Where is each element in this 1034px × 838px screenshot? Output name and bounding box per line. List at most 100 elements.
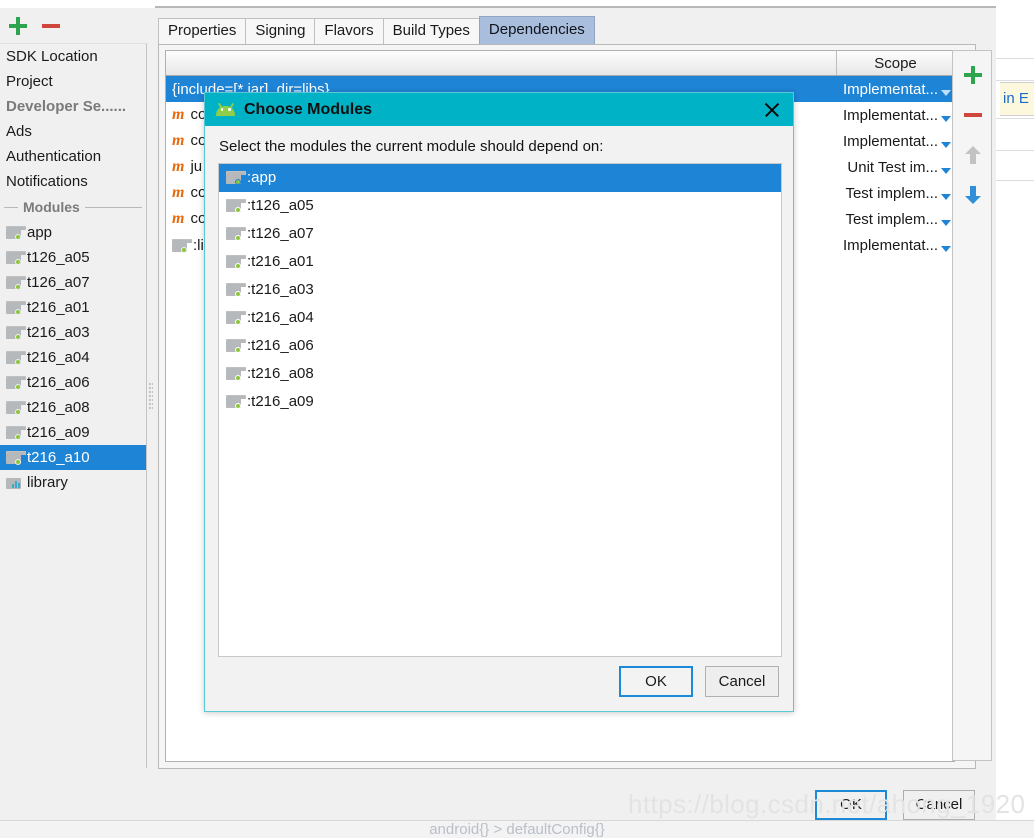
tab-flavors[interactable]: Flavors <box>314 18 384 44</box>
tab-dependencies[interactable]: Dependencies <box>478 16 595 44</box>
android-icon <box>216 102 235 116</box>
breadcrumb: android{} > defaultConfig{} <box>0 820 1034 838</box>
list-item[interactable]: :t216_a09 <box>219 388 781 416</box>
remove-dependency-button[interactable] <box>953 97 993 133</box>
chevron-down-icon[interactable] <box>941 219 951 226</box>
chevron-down-icon[interactable] <box>941 115 951 122</box>
sidebar-item-ads[interactable]: Ads <box>0 119 146 144</box>
sidebar-item-module-t216-a06[interactable]: t216_a06 <box>0 370 146 395</box>
plus-icon[interactable] <box>9 17 27 35</box>
module-icon <box>226 311 246 325</box>
chevron-down-icon[interactable] <box>941 141 951 148</box>
move-up-button[interactable] <box>953 137 993 173</box>
splitter-grip[interactable] <box>149 383 153 409</box>
list-item-label: :t126_a05 <box>247 197 314 214</box>
list-item[interactable]: :t126_a07 <box>219 220 781 248</box>
list-item[interactable]: :t216_a08 <box>219 360 781 388</box>
chevron-down-icon[interactable] <box>941 193 951 200</box>
window-cancel-button[interactable]: Cancel <box>903 790 975 820</box>
dependency-scope[interactable]: Test implem... <box>837 185 954 202</box>
module-icon <box>226 255 246 269</box>
maven-icon: m <box>172 106 185 123</box>
list-item[interactable]: :app <box>219 164 781 192</box>
close-icon[interactable] <box>761 99 783 121</box>
sidebar-item-label: SDK Location <box>6 48 98 65</box>
module-icon <box>226 339 246 353</box>
dialog-titlebar: Choose Modules <box>205 93 793 126</box>
tab-bar: Properties Signing Flavors Build Types D… <box>158 16 595 44</box>
list-item-label: :t126_a07 <box>247 225 314 242</box>
maven-icon: m <box>172 158 185 175</box>
project-structure-window: in E SDK Location Project Developer Se..… <box>0 0 1034 838</box>
sidebar-item-label: t216_a06 <box>27 374 90 391</box>
scope-label: Implementat... <box>842 106 938 124</box>
sidebar-item-module-t216-a08[interactable]: t216_a08 <box>0 395 146 420</box>
sidebar-item-module-t216-a03[interactable]: t216_a03 <box>0 320 146 345</box>
list-item[interactable]: :t216_a06 <box>219 332 781 360</box>
sidebar-item-module-t216-a01[interactable]: t216_a01 <box>0 295 146 320</box>
dependency-scope[interactable]: Unit Test im... <box>837 159 954 176</box>
list-item[interactable]: :t216_a04 <box>219 304 781 332</box>
sidebar-item-module-t216-a10[interactable]: t216_a10 <box>0 445 146 470</box>
sidebar-item-label: t126_a07 <box>27 274 90 291</box>
sidebar-item-module-app[interactable]: app <box>0 220 146 245</box>
sidebar-item-module-library[interactable]: library <box>0 470 146 495</box>
arrow-down-icon <box>965 186 981 204</box>
list-item[interactable]: :t216_a03 <box>219 276 781 304</box>
sidebar-item-label: Project <box>6 73 53 90</box>
sidebar-item-sdk-location[interactable]: SDK Location <box>0 44 146 69</box>
sidebar-item-notifications[interactable]: Notifications <box>0 169 146 194</box>
module-icon <box>6 426 26 440</box>
sidebar-item-module-t126-a07[interactable]: t126_a07 <box>0 270 146 295</box>
sidebar-item-label: Notifications <box>6 173 88 190</box>
chevron-down-icon[interactable] <box>941 89 951 96</box>
dialog-ok-button[interactable]: OK <box>619 666 693 697</box>
tab-label: Signing <box>255 22 306 39</box>
module-icon <box>6 276 26 290</box>
tab-build-types[interactable]: Build Types <box>382 18 480 44</box>
maven-icon: m <box>172 132 185 149</box>
tab-signing[interactable]: Signing <box>245 18 316 44</box>
panel-splitter[interactable] <box>148 43 155 768</box>
module-icon <box>6 376 26 390</box>
sidebar-item-module-t126-a05[interactable]: t126_a05 <box>0 245 146 270</box>
edge-banner-text: in E <box>1003 90 1029 107</box>
list-item[interactable]: :t216_a01 <box>219 248 781 276</box>
tab-label: Flavors <box>324 22 374 39</box>
separator-line-right <box>84 206 142 208</box>
sidebar-item-label: t126_a05 <box>27 249 90 266</box>
sidebar-item-label: t216_a10 <box>27 449 90 466</box>
maven-icon: m <box>172 184 185 201</box>
move-down-button[interactable] <box>953 177 993 213</box>
column-header-name[interactable] <box>166 51 837 75</box>
dependency-scope[interactable]: Implementat... <box>837 133 954 150</box>
window-ok-button[interactable]: OK <box>815 790 887 820</box>
chevron-down-icon[interactable] <box>941 245 951 252</box>
dependency-scope[interactable]: Implementat... <box>837 237 954 254</box>
dependency-scope[interactable]: Test implem... <box>837 211 954 228</box>
list-item-label: :t216_a08 <box>247 365 314 382</box>
top-divider <box>155 6 1034 8</box>
sidebar-item-label: t216_a03 <box>27 324 90 341</box>
sidebar-item-project[interactable]: Project <box>0 69 146 94</box>
sidebar-section-developer-services: Developer Se...... <box>0 94 146 119</box>
add-dependency-button[interactable] <box>953 57 993 93</box>
dialog-cancel-button[interactable]: Cancel <box>705 666 779 697</box>
module-list[interactable]: :app :t126_a05 :t126_a07 :t216_a01 :t216… <box>218 163 782 657</box>
dialog-title: Choose Modules <box>244 100 373 118</box>
separator-line-left <box>4 206 18 208</box>
chevron-down-icon[interactable] <box>941 167 951 174</box>
sidebar-toolbar <box>0 8 148 43</box>
sidebar-item-authentication[interactable]: Authentication <box>0 144 146 169</box>
list-item[interactable]: :t126_a05 <box>219 192 781 220</box>
tab-properties[interactable]: Properties <box>158 18 247 44</box>
sidebar-item-module-t216-a04[interactable]: t216_a04 <box>0 345 146 370</box>
dependency-scope[interactable]: Implementat... <box>837 81 954 98</box>
column-header-scope[interactable]: Scope <box>837 51 954 75</box>
module-icon <box>226 367 246 381</box>
minus-icon[interactable] <box>42 24 60 28</box>
sidebar-list: SDK Location Project Developer Se...... … <box>0 43 147 768</box>
sidebar-item-module-t216-a09[interactable]: t216_a09 <box>0 420 146 445</box>
module-icon <box>6 451 26 465</box>
dependency-scope[interactable]: Implementat... <box>837 107 954 124</box>
